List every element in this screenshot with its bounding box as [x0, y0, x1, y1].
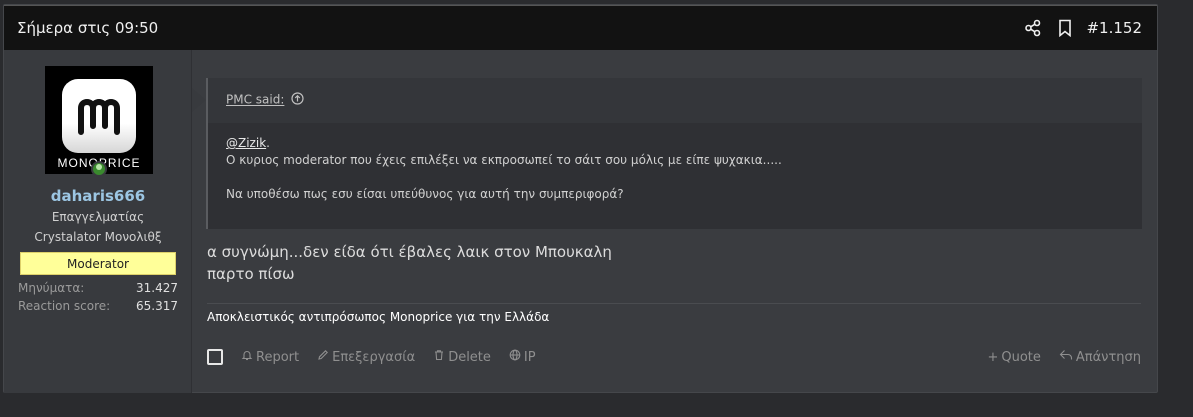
user-info-cell: MONOPRICE daharis666 Επαγγελματίας Cryst… [4, 50, 192, 393]
globe-icon [509, 349, 521, 365]
stat-value[interactable]: 31.427 [136, 281, 178, 295]
delete-label: Delete [448, 349, 491, 365]
reply-label: Απάντηση [1075, 349, 1141, 365]
select-post-checkbox[interactable] [207, 349, 223, 365]
stat-label: Μηνύματα: [18, 281, 85, 295]
quote-button[interactable]: + Quote [987, 350, 1040, 365]
quote-label: Quote [1001, 349, 1041, 365]
trash-icon [433, 349, 445, 365]
bookmark-icon[interactable] [1054, 17, 1076, 39]
ip-button[interactable]: IP [509, 349, 536, 365]
signature: Αποκλειστικός αντιπρόσωπος Monoprice για… [207, 310, 550, 324]
report-label: Report [256, 349, 300, 365]
post-header-actions: #1.152 [1012, 17, 1142, 39]
message-line: παρτο πίσω [207, 265, 295, 283]
signature-divider [207, 303, 1141, 304]
reply-arrow-icon [1059, 349, 1073, 365]
quote-line: Ο κυριος moderator που έχεις επιλέξει να… [226, 153, 782, 167]
stat-reaction-score: Reaction score: 65.317 [18, 299, 178, 313]
post-date[interactable]: Σήμερα στις 09:50 [17, 19, 158, 37]
post-number[interactable]: #1.152 [1086, 19, 1142, 37]
user-custom-title: Crystalator Μονολιθξ [34, 230, 162, 244]
moderator-badge: Moderator [20, 252, 176, 275]
reply-button[interactable]: Απάντηση [1059, 349, 1141, 365]
user-cell-arrow [192, 88, 206, 112]
share-icon[interactable] [1022, 17, 1044, 39]
post-header: Σήμερα στις 09:50 #1.152 [4, 5, 1157, 50]
message-body: α συγνώμη...δεν είδα ότι έβαλες λαικ στο… [207, 241, 612, 285]
quote-mention-line: @Zizik. [226, 135, 1142, 152]
post-actions-right: + Quote Απάντηση [969, 349, 1141, 365]
report-button[interactable]: Report [241, 349, 299, 365]
user-mention[interactable]: @Zizik [226, 136, 266, 150]
delete-button[interactable]: Delete [433, 349, 491, 365]
ip-label: IP [523, 349, 536, 365]
avatar[interactable]: MONOPRICE [45, 66, 153, 174]
plus-icon: + [987, 349, 999, 365]
mention-suffix: . [266, 136, 270, 150]
edit-button[interactable]: Επεξεργασία [317, 349, 415, 365]
quote-attribution[interactable]: PMC said: [226, 93, 284, 107]
quote-body: @Zizik. Ο κυριος moderator που έχεις επι… [208, 123, 1142, 203]
pencil-icon [317, 349, 329, 365]
stat-messages: Μηνύματα: 31.427 [18, 281, 178, 295]
user-title: Επαγγελματίας [51, 210, 145, 224]
post-actions-left: Report Επεξεργασία Delete IP [207, 349, 554, 365]
quote-line: Να υποθέσω πως εσυ είσαι υπεύθυνος για α… [226, 187, 624, 201]
online-status-icon [91, 161, 107, 177]
monoprice-logo-icon [62, 79, 136, 153]
stat-label: Reaction score: [18, 299, 111, 313]
quote-header: PMC said: [208, 78, 1142, 123]
username[interactable]: daharis666 [4, 187, 192, 205]
quote-block: PMC said: @Zizik. Ο κυριος moderator που… [206, 78, 1142, 229]
arrow-up-circle-icon[interactable] [291, 92, 304, 108]
message-line: α συγνώμη...δεν είδα ότι έβαλες λαικ στο… [207, 243, 612, 261]
stat-value: 65.317 [136, 299, 178, 313]
edit-label: Επεξεργασία [332, 349, 416, 365]
bell-icon [241, 349, 253, 365]
